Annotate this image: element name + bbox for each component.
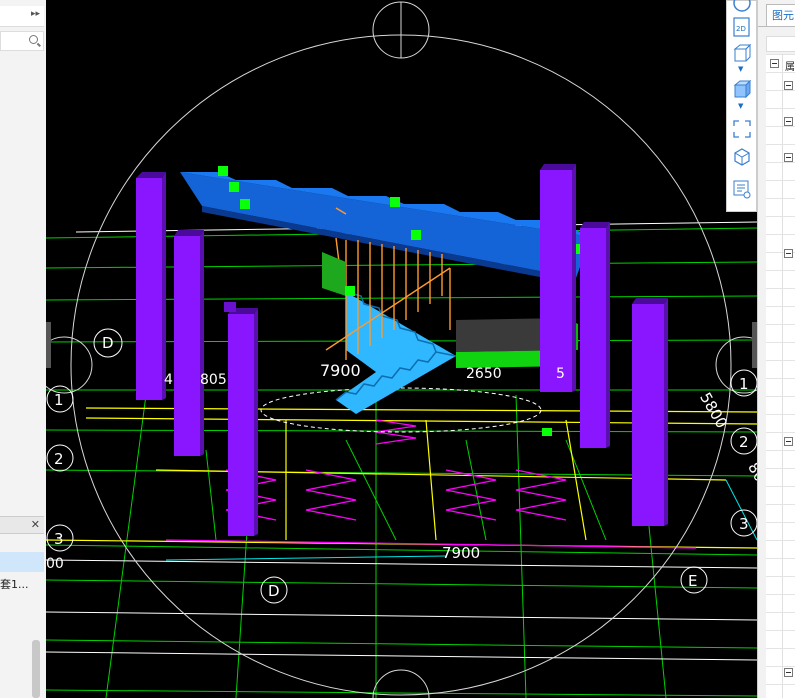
grid-label-e-right: E bbox=[688, 572, 697, 590]
cube-3d-icon[interactable] bbox=[732, 147, 752, 167]
collapse-icon[interactable]: ▸▸ bbox=[31, 9, 40, 19]
view-2d-icon[interactable]: 2D bbox=[732, 17, 752, 37]
property-grid bbox=[766, 54, 795, 698]
left-collapse-handle[interactable] bbox=[46, 322, 51, 368]
expand-toggle[interactable] bbox=[784, 153, 793, 162]
tab-divider bbox=[758, 26, 795, 27]
scrollbar-thumb[interactable] bbox=[32, 640, 40, 698]
grid-label-d-left: D bbox=[102, 334, 114, 352]
expand-toggle[interactable] bbox=[784, 81, 793, 90]
grid-label-d-bottom: D bbox=[268, 582, 280, 600]
grid-label-1-left: 1 bbox=[54, 391, 64, 409]
tab-element[interactable]: 图元 bbox=[766, 4, 795, 26]
property-grid-divider bbox=[782, 54, 783, 698]
grid-label-2-right: 2 bbox=[739, 433, 749, 451]
upper-stair-flight[interactable] bbox=[180, 172, 591, 284]
fullscreen-icon[interactable] bbox=[732, 119, 752, 139]
grid-label-00: 00 bbox=[46, 556, 64, 572]
dimension-5: 5 bbox=[556, 366, 565, 382]
properties-panel: 图元 属 bbox=[757, 0, 795, 698]
search-icon[interactable] bbox=[29, 35, 38, 44]
list-item-selected[interactable] bbox=[0, 552, 44, 572]
expand-toggle[interactable] bbox=[784, 668, 793, 677]
dimension-5800: 5800 bbox=[696, 389, 731, 431]
layer-settings-icon[interactable] bbox=[732, 179, 752, 199]
left-panel-header: ▸▸ bbox=[0, 6, 44, 27]
grid-label-1-right: 1 bbox=[739, 375, 749, 393]
dimension-7900: 7900 bbox=[320, 361, 361, 380]
cube-wireframe-icon[interactable] bbox=[732, 43, 752, 63]
expand-toggle[interactable] bbox=[784, 117, 793, 126]
grid-label-3-left: 3 bbox=[54, 530, 64, 548]
expand-toggle[interactable] bbox=[770, 59, 779, 68]
dimension-bottom-7900: 7900 bbox=[442, 544, 480, 562]
dimension-2650: 2650 bbox=[466, 366, 502, 382]
lower-stair-flight[interactable] bbox=[335, 291, 457, 414]
3d-viewport[interactable]: D 1 2 3 00 1 2 3 E D 7900 2650 5 4 805 5… bbox=[46, 0, 757, 698]
cad-scene: D 1 2 3 00 1 2 3 E D 7900 2650 5 4 805 5… bbox=[46, 1, 757, 698]
chevron-down-icon[interactable]: ▼ bbox=[738, 102, 743, 110]
dimension-left-a: 4 bbox=[164, 372, 173, 388]
chevron-down-icon[interactable]: ▼ bbox=[738, 65, 743, 73]
dimension-left-b: 805 bbox=[200, 372, 227, 388]
expand-toggle[interactable] bbox=[784, 249, 793, 258]
list-item[interactable]: 套1... bbox=[0, 576, 44, 594]
grid-label-3-right: 3 bbox=[739, 515, 749, 533]
left-panel: ▸▸ ✕ 套1... bbox=[0, 0, 47, 698]
expand-toggle[interactable] bbox=[784, 437, 793, 446]
view-toolbar: 2D ▼ ▼ bbox=[726, 0, 757, 212]
panel-toolbar bbox=[766, 36, 795, 52]
property-group-label: 属 bbox=[785, 62, 795, 73]
cube-solid-icon[interactable] bbox=[732, 79, 752, 99]
close-icon[interactable]: ✕ bbox=[31, 518, 40, 531]
left-panel-section-header: ✕ bbox=[0, 516, 44, 534]
grid-label-2-left: 2 bbox=[54, 450, 64, 468]
svg-text:2D: 2D bbox=[736, 25, 746, 33]
compass-icon[interactable] bbox=[732, 0, 752, 13]
search-input[interactable] bbox=[0, 31, 44, 51]
